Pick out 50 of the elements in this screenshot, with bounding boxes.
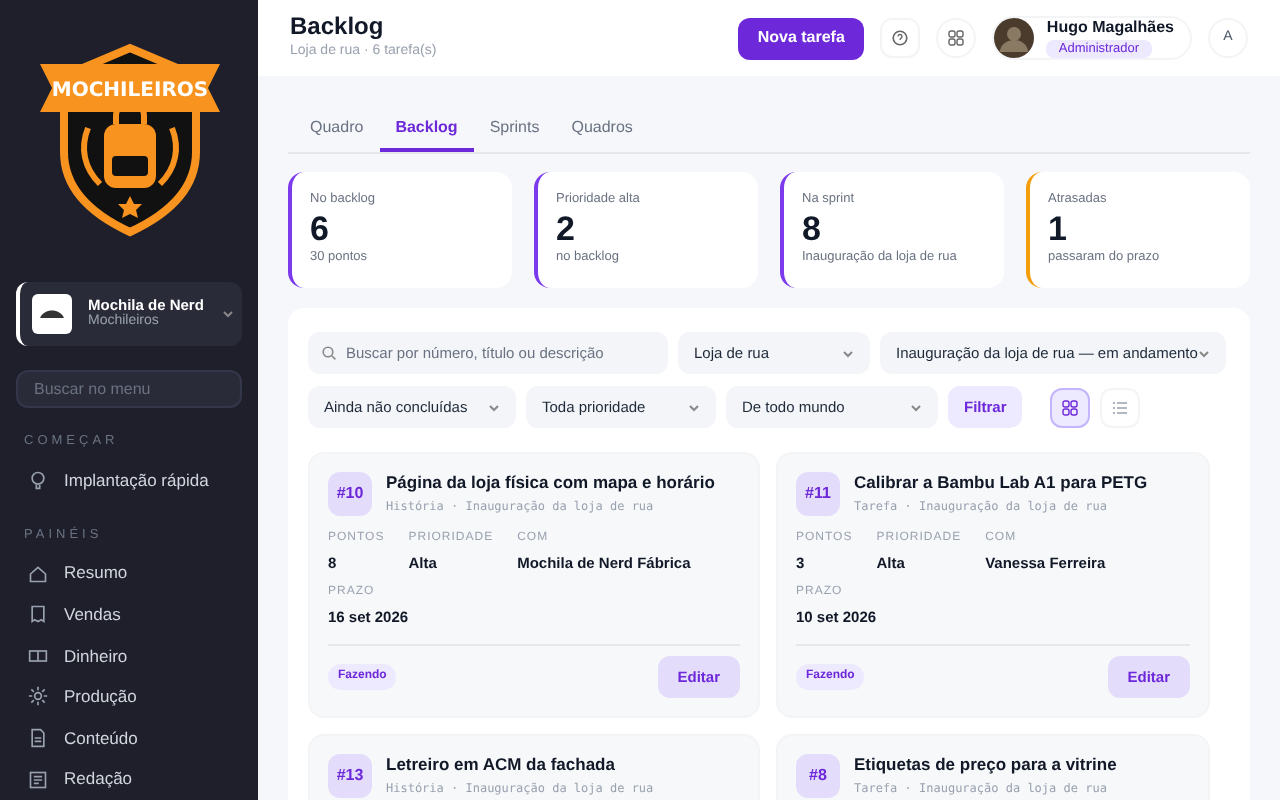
chevron-down-icon xyxy=(1198,347,1210,359)
chevron-down-icon xyxy=(910,401,922,413)
grid-icon xyxy=(948,30,965,46)
sidebar-item[interactable]: Resumo xyxy=(16,552,242,594)
stat-value: 8 xyxy=(802,209,823,248)
grid-icon xyxy=(1062,399,1079,415)
task-number: #8 xyxy=(796,754,840,798)
chevron-down-icon xyxy=(842,347,854,359)
banknote-icon xyxy=(28,645,48,666)
page-title: Backlog xyxy=(290,12,386,43)
help-icon xyxy=(892,30,909,46)
search-icon xyxy=(322,346,336,360)
tab[interactable]: Quadro xyxy=(294,108,380,152)
chevron-down-icon xyxy=(688,401,700,413)
chevron-down-icon xyxy=(219,306,236,322)
sidebar-item[interactable]: Conteúdo xyxy=(16,717,242,759)
task-number: #10 xyxy=(328,472,372,516)
house-icon xyxy=(28,563,48,584)
menu-search-field[interactable]: Buscar no menu xyxy=(16,370,242,409)
sidebar-item[interactable]: Implantação rápida xyxy=(16,460,242,502)
sidebar-item[interactable]: Produção xyxy=(16,676,242,718)
task-title: Letreiro em ACM da fachada xyxy=(386,754,617,776)
task-number: #11 xyxy=(796,472,840,516)
workspace-logo-icon xyxy=(32,294,72,334)
chevron-down-icon xyxy=(488,401,500,413)
sun-icon xyxy=(28,686,48,707)
lightbulb-icon xyxy=(28,470,48,491)
task-title: Calibrar a Bambu Lab A1 para PETG xyxy=(854,472,1148,494)
sidebar-item[interactable]: Vendas xyxy=(16,593,242,636)
sidebar-item[interactable]: Redação xyxy=(16,758,242,800)
stat-value: 1 xyxy=(1048,209,1069,248)
grid-view-button[interactable] xyxy=(1050,387,1091,427)
tab[interactable]: Sprints xyxy=(473,108,556,152)
document-icon xyxy=(28,728,48,749)
apps-button[interactable] xyxy=(936,18,977,58)
task-title: Etiquetas de preço para a vitrine xyxy=(854,754,1117,776)
stat-value: 2 xyxy=(556,209,575,248)
help-button[interactable] xyxy=(880,18,921,58)
list-icon xyxy=(1112,399,1129,415)
task-title: Página da loja física com mapa e horário xyxy=(386,472,715,494)
sidebar-item[interactable]: Dinheiro xyxy=(16,635,242,677)
avatar-icon xyxy=(994,18,1035,58)
receipt-icon xyxy=(28,604,48,625)
stat-value: 6 xyxy=(310,209,331,248)
user-name: Hugo Magalhães xyxy=(1046,17,1174,38)
tab[interactable]: Backlog xyxy=(379,108,474,152)
newspaper-icon xyxy=(28,769,48,790)
task-number: #13 xyxy=(328,754,372,798)
new-task-button[interactable]: Nova tarefa xyxy=(737,17,865,59)
tab[interactable]: Quadros xyxy=(555,108,649,152)
